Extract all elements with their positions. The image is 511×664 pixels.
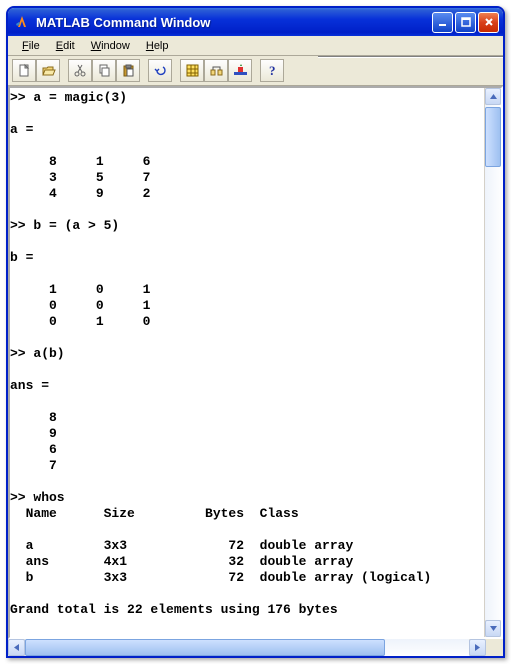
window-frame: MATLAB Command Window File Edit Window H… — [6, 6, 505, 658]
scroll-thumb[interactable] — [485, 107, 501, 167]
menu-help[interactable]: Help — [138, 38, 177, 54]
vertical-scrollbar[interactable] — [484, 88, 501, 637]
toolbar-divider — [318, 56, 503, 58]
horizontal-scrollbar[interactable] — [8, 639, 503, 656]
hscroll-track[interactable] — [25, 639, 469, 656]
svg-text:?: ? — [269, 63, 276, 78]
window-title: MATLAB Command Window — [36, 15, 432, 30]
command-output[interactable]: >> a = magic(3) a = 8 1 6 3 5 7 4 9 2 >>… — [10, 88, 484, 637]
cut-button[interactable] — [68, 59, 92, 82]
menu-edit[interactable]: Edit — [48, 38, 83, 54]
client-area: >> a = magic(3) a = 8 1 6 3 5 7 4 9 2 >>… — [8, 86, 503, 639]
menu-window[interactable]: Window — [83, 38, 138, 54]
scroll-track[interactable] — [485, 105, 501, 620]
hscroll-thumb[interactable] — [25, 639, 385, 656]
toolbar: ? — [8, 56, 503, 86]
open-file-button[interactable] — [36, 59, 60, 82]
undo-button[interactable] — [148, 59, 172, 82]
menu-file[interactable]: File — [14, 38, 48, 54]
scroll-corner — [486, 639, 503, 656]
paste-button[interactable] — [116, 59, 140, 82]
minimize-button[interactable] — [432, 12, 453, 33]
menu-bar: File Edit Window Help — [8, 36, 503, 56]
scroll-down-button[interactable] — [485, 620, 501, 637]
scroll-right-button[interactable] — [469, 639, 486, 656]
path-browser-button[interactable] — [204, 59, 228, 82]
close-button[interactable] — [478, 12, 499, 33]
title-bar[interactable]: MATLAB Command Window — [8, 8, 503, 36]
scroll-left-button[interactable] — [8, 639, 25, 656]
workspace-button[interactable] — [180, 59, 204, 82]
help-button[interactable]: ? — [260, 59, 284, 82]
simulink-button[interactable] — [228, 59, 252, 82]
copy-button[interactable] — [92, 59, 116, 82]
scroll-up-button[interactable] — [485, 88, 501, 105]
new-file-button[interactable] — [12, 59, 36, 82]
maximize-button[interactable] — [455, 12, 476, 33]
matlab-icon — [14, 14, 30, 30]
